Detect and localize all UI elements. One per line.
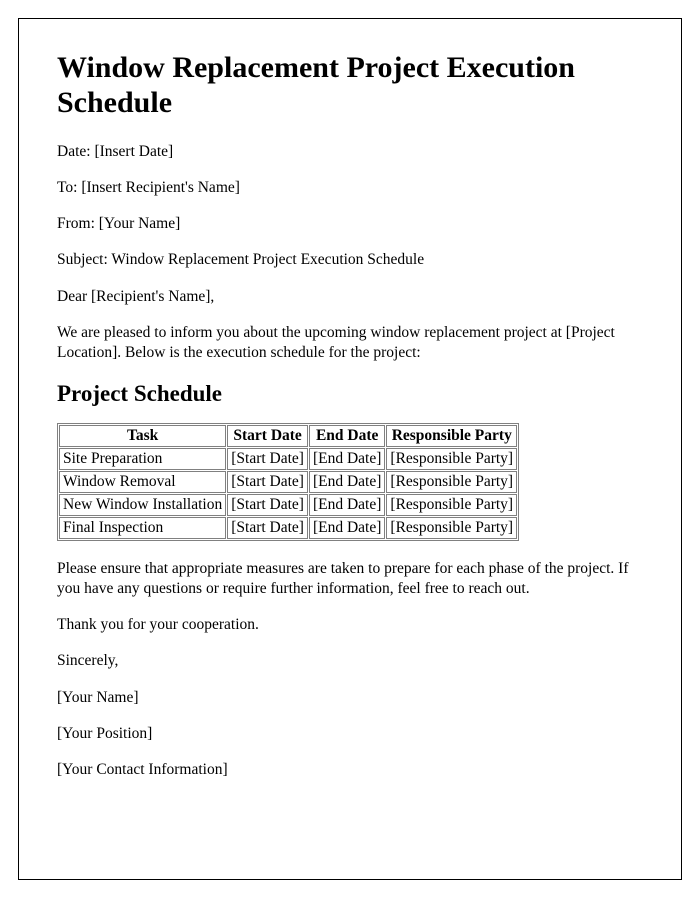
cell-task: Site Preparation: [59, 448, 226, 470]
table-header-row: Task Start Date End Date Responsible Par…: [59, 425, 517, 447]
from-line: From: [Your Name]: [57, 214, 643, 234]
intro-paragraph: We are pleased to inform you about the u…: [57, 323, 643, 363]
table-row: Final Inspection [Start Date] [End Date]…: [59, 517, 517, 539]
cell-party: [Responsible Party]: [386, 517, 517, 539]
col-party: Responsible Party: [386, 425, 517, 447]
signature-name: [Your Name]: [57, 688, 643, 708]
cell-party: [Responsible Party]: [386, 448, 517, 470]
signature-position: [Your Position]: [57, 724, 643, 744]
signoff: Sincerely,: [57, 651, 643, 671]
cell-task: New Window Installation: [59, 494, 226, 516]
thanks-line: Thank you for your cooperation.: [57, 615, 643, 635]
cell-end: [End Date]: [309, 494, 385, 516]
cell-start: [Start Date]: [227, 517, 308, 539]
page-title: Window Replacement Project Execution Sch…: [57, 51, 643, 120]
table-row: Site Preparation [Start Date] [End Date]…: [59, 448, 517, 470]
to-line: To: [Insert Recipient's Name]: [57, 178, 643, 198]
cell-end: [End Date]: [309, 517, 385, 539]
salutation: Dear [Recipient's Name],: [57, 287, 643, 307]
cell-end: [End Date]: [309, 471, 385, 493]
cell-task: Final Inspection: [59, 517, 226, 539]
subject-line: Subject: Window Replacement Project Exec…: [57, 250, 643, 270]
cell-party: [Responsible Party]: [386, 471, 517, 493]
cell-end: [End Date]: [309, 448, 385, 470]
signature-contact: [Your Contact Information]: [57, 760, 643, 780]
table-row: Window Removal [Start Date] [End Date] […: [59, 471, 517, 493]
col-task: Task: [59, 425, 226, 447]
cell-party: [Responsible Party]: [386, 494, 517, 516]
cell-start: [Start Date]: [227, 494, 308, 516]
schedule-heading: Project Schedule: [57, 381, 643, 407]
date-line: Date: [Insert Date]: [57, 142, 643, 162]
closing-paragraph: Please ensure that appropriate measures …: [57, 559, 643, 599]
document-container: Window Replacement Project Execution Sch…: [18, 18, 682, 880]
col-start: Start Date: [227, 425, 308, 447]
cell-start: [Start Date]: [227, 471, 308, 493]
table-row: New Window Installation [Start Date] [En…: [59, 494, 517, 516]
cell-start: [Start Date]: [227, 448, 308, 470]
schedule-table: Task Start Date End Date Responsible Par…: [57, 423, 519, 541]
cell-task: Window Removal: [59, 471, 226, 493]
col-end: End Date: [309, 425, 385, 447]
